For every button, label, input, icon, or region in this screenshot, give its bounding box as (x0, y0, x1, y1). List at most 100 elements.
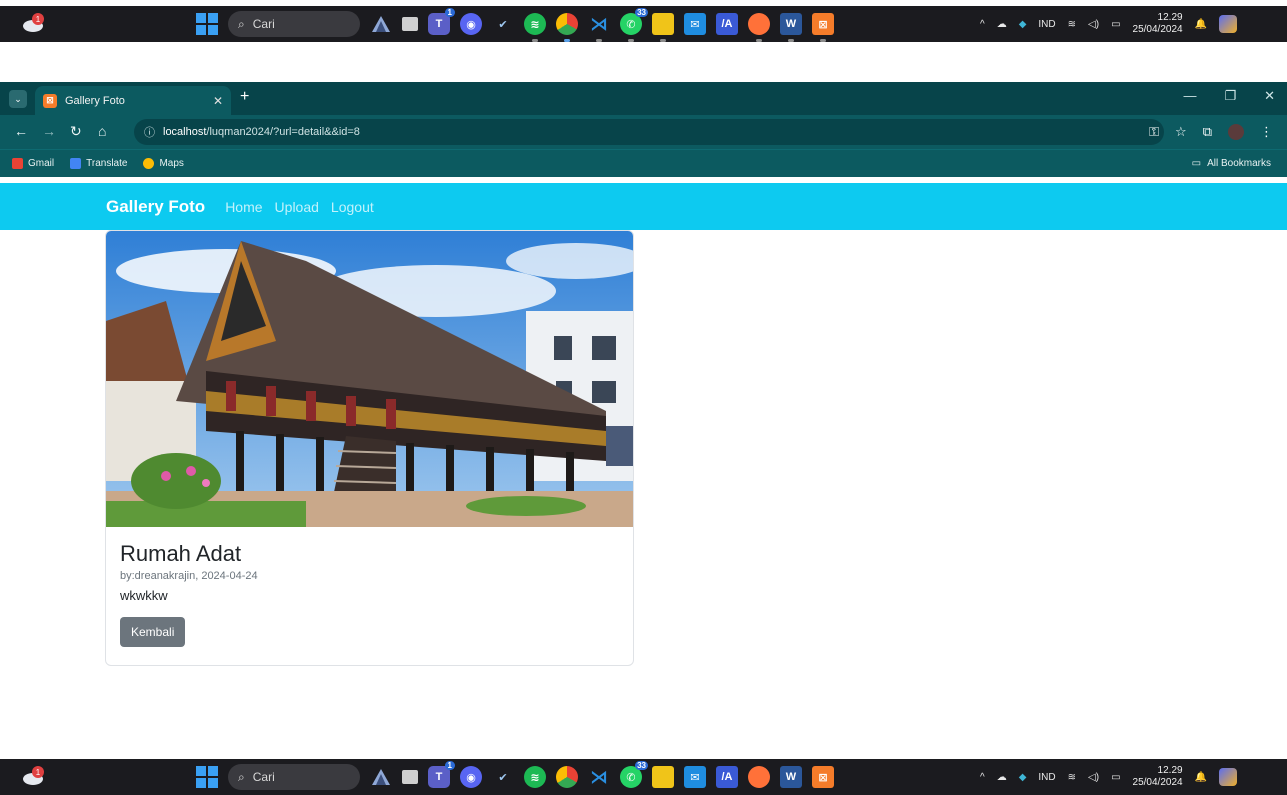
taskbar-search[interactable]: ⌕ Cari (228, 764, 360, 790)
clock-time: 12.29 (1157, 12, 1183, 23)
vscode-icon[interactable]: ⋊ (588, 13, 610, 42)
tab-close-icon[interactable]: ✕ (213, 94, 223, 108)
shield-icon[interactable]: ◆ (1019, 19, 1027, 30)
explorer-triangle-icon[interactable] (370, 766, 392, 788)
language-indicator[interactable]: IND (1038, 772, 1055, 783)
maps-icon (143, 158, 155, 169)
whatsapp-badge: 33 (635, 761, 648, 770)
mail-icon[interactable]: ✉ (684, 766, 706, 788)
nav-upload[interactable]: Upload (275, 199, 319, 215)
tab-title: Gallery Foto (65, 94, 125, 107)
copilot-icon[interactable] (1219, 768, 1238, 786)
password-key-icon[interactable]: ⚿ (1149, 124, 1159, 140)
site-info-icon[interactable]: ⓘ (144, 124, 155, 140)
nav-logout[interactable]: Logout (331, 199, 374, 215)
site-navbar: Gallery Foto Home Upload Logout (0, 183, 1287, 230)
url-path: /luqman2024/?url=detail&&id=8 (206, 126, 360, 138)
site-brand[interactable]: Gallery Foto (106, 197, 205, 217)
notification-bell-icon[interactable]: 🔔 (1195, 772, 1207, 783)
battery-icon[interactable]: ▭ (1111, 19, 1120, 30)
teams-icon[interactable]: T 1 (428, 761, 455, 788)
taskbar-search[interactable]: ⌕ Cari (228, 11, 360, 37)
address-bar[interactable]: ⓘ localhost/luqman2024/?url=detail&&id=8 (134, 119, 1164, 145)
start-button[interactable] (196, 13, 218, 35)
firefox-icon[interactable] (748, 766, 770, 788)
battery-icon[interactable]: ▭ (1111, 772, 1120, 783)
cloud-icon[interactable]: ☁ (997, 772, 1007, 783)
chevron-up-icon[interactable]: ^ (980, 772, 985, 783)
new-tab-icon[interactable]: + (240, 88, 249, 106)
volume-icon[interactable]: ◁) (1088, 19, 1099, 30)
taskview-icon[interactable] (402, 770, 418, 784)
photo-title: Rumah Adat (120, 541, 242, 566)
discord-icon[interactable]: ◉ (460, 13, 482, 35)
weather-icon[interactable]: 1 (22, 765, 48, 787)
back-button[interactable]: Kembali (120, 617, 186, 647)
profile-avatar-icon[interactable] (1228, 124, 1244, 140)
clock[interactable]: 12.29 25/04/2024 (1133, 12, 1183, 36)
wifi-icon[interactable]: ≋ (1068, 19, 1076, 30)
pixel-editor-icon[interactable]: /A (716, 766, 738, 788)
copilot-icon[interactable] (1219, 15, 1238, 33)
bookmark-gmail[interactable]: Gmail (12, 158, 54, 169)
mail-icon[interactable]: ✉ (684, 13, 706, 35)
firefox-icon[interactable] (748, 13, 770, 42)
volume-icon[interactable]: ◁) (1088, 772, 1099, 783)
tab-gallery-foto[interactable]: ⊠ Gallery Foto ✕ (35, 86, 231, 115)
close-window-icon[interactable]: ✕ (1264, 88, 1275, 104)
weather-badge: 1 (36, 15, 41, 24)
files-icon[interactable] (652, 13, 674, 42)
vscode-icon[interactable]: ⋊ (588, 766, 610, 788)
bookmark-star-icon[interactable]: ☆ (1175, 124, 1187, 140)
steam-icon[interactable]: ✔ (492, 13, 514, 35)
chrome-icon[interactable] (556, 13, 578, 42)
explorer-triangle-icon[interactable] (370, 13, 392, 35)
xampp-favicon-icon: ⊠ (43, 93, 57, 108)
cloud-icon[interactable]: ☁ (997, 19, 1007, 30)
language-indicator[interactable]: IND (1038, 19, 1055, 30)
chevron-up-icon[interactable]: ^ (980, 19, 985, 30)
nav-home[interactable]: Home (225, 199, 262, 215)
discord-icon[interactable]: ◉ (460, 766, 482, 788)
home-icon[interactable]: ⌂ (98, 123, 106, 139)
teams-badge: 1 (444, 761, 455, 770)
translate-icon (70, 158, 82, 169)
word-icon[interactable]: W (780, 13, 802, 42)
restore-icon[interactable]: ❐ (1224, 88, 1236, 104)
weather-badge: 1 (36, 768, 41, 777)
teams-icon[interactable]: T 1 (428, 8, 455, 35)
shield-icon[interactable]: ◆ (1019, 772, 1027, 783)
wifi-icon[interactable]: ≋ (1068, 772, 1076, 783)
forward-arrow-icon[interactable]: → (42, 123, 56, 139)
whatsapp-icon[interactable]: ✆ 33 (620, 8, 648, 42)
all-bookmarks[interactable]: ▭ All Bookmarks (1192, 158, 1271, 169)
steam-icon[interactable]: ✔ (492, 766, 514, 788)
notification-bell-icon[interactable]: 🔔 (1195, 19, 1207, 30)
back-arrow-icon[interactable]: ← (14, 123, 28, 139)
xampp-icon[interactable]: ⊠ (812, 13, 834, 42)
word-icon[interactable]: W (780, 766, 802, 788)
menu-kebab-icon[interactable]: ⋮ (1260, 124, 1273, 140)
search-placeholder: Cari (252, 17, 275, 31)
clock-time: 12.29 (1157, 765, 1183, 776)
whatsapp-icon[interactable]: ✆ 33 (620, 761, 648, 788)
minimize-icon[interactable]: — (1183, 88, 1196, 104)
photo-meta: by:dreanakrajin, 2024-04-24 (120, 570, 258, 582)
pixel-editor-icon[interactable]: /A (716, 13, 738, 35)
start-button[interactable] (196, 766, 218, 788)
url-host: localhost (163, 126, 207, 138)
bookmark-translate[interactable]: Translate (70, 158, 127, 169)
bookmark-maps[interactable]: Maps (143, 158, 184, 169)
reload-icon[interactable]: ↻ (70, 123, 82, 140)
xampp-icon[interactable]: ⊠ (812, 766, 834, 788)
search-icon: ⌕ (238, 16, 245, 31)
spotify-icon[interactable]: ≋ (524, 13, 546, 42)
chrome-icon[interactable] (556, 766, 578, 788)
taskview-icon[interactable] (402, 17, 418, 31)
files-icon[interactable] (652, 766, 674, 788)
clock[interactable]: 12.29 25/04/2024 (1133, 765, 1183, 789)
tab-search-chevron-icon[interactable]: ⌄ (9, 90, 27, 108)
extensions-icon[interactable]: ⧉ (1203, 124, 1212, 140)
spotify-icon[interactable]: ≋ (524, 766, 546, 788)
weather-icon[interactable]: 1 (22, 12, 48, 34)
